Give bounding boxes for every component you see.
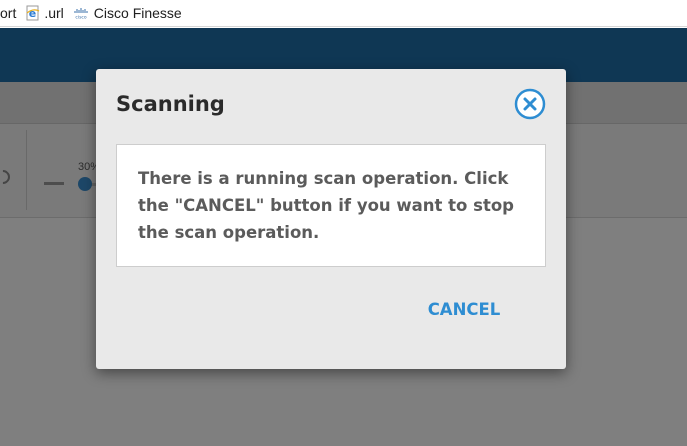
close-circle-icon[interactable]: [514, 88, 546, 120]
bookmark-item[interactable]: cisco Cisco Finesse: [74, 0, 182, 26]
svg-text:e: e: [29, 7, 36, 20]
dialog-title: Scanning: [116, 92, 225, 116]
dialog-message: There is a running scan operation. Click…: [138, 169, 514, 242]
bookmarks-bar: ort e .url cisco Cisco Finesse: [0, 0, 687, 27]
scanning-dialog: Scanning There is a running scan operati…: [96, 69, 566, 369]
cancel-button[interactable]: CANCEL: [416, 295, 512, 325]
dialog-message-box: There is a running scan operation. Click…: [116, 144, 546, 267]
svg-text:cisco: cisco: [75, 15, 87, 20]
bookmark-label: ort: [0, 5, 17, 21]
bookmark-item[interactable]: ort: [0, 0, 16, 26]
bookmark-label: Cisco Finesse: [93, 5, 182, 21]
cisco-logo-icon: cisco: [74, 7, 90, 19]
bookmark-label: .url: [44, 5, 64, 21]
ie-page-icon: e: [25, 5, 41, 21]
bookmark-item[interactable]: e .url: [25, 0, 64, 26]
